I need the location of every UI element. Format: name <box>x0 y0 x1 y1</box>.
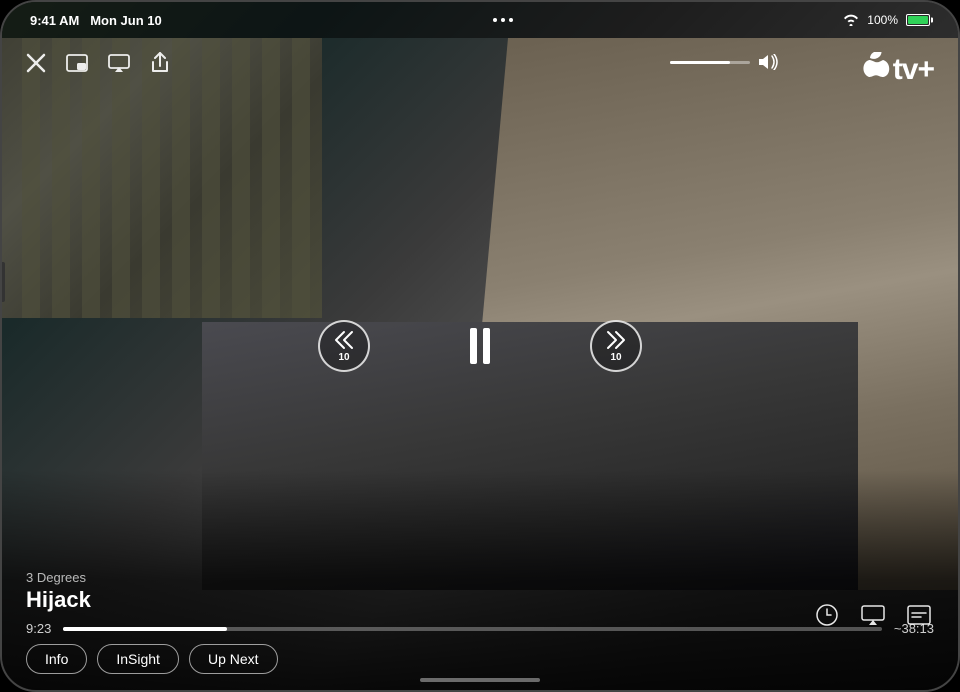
time-display: 9:41 AM <box>30 13 79 28</box>
center-controls: 10 10 <box>318 316 642 376</box>
battery-percent: 100% <box>867 13 898 27</box>
bottom-controls: 3 Degrees Hijack 9:23 ~38:13 Info InSigh… <box>2 570 958 690</box>
share-button[interactable] <box>150 52 170 74</box>
status-center <box>493 18 513 22</box>
dot-1 <box>493 18 497 22</box>
status-time: 9:41 AM Mon Jun 10 <box>30 13 162 28</box>
action-buttons: Info InSight Up Next <box>26 644 934 674</box>
battery-icon <box>906 14 930 26</box>
pause-bar-left <box>470 328 477 364</box>
status-right: 100% <box>843 13 930 27</box>
top-left-controls <box>26 52 170 74</box>
battery-fill <box>908 16 928 24</box>
episode-title: Hijack <box>26 587 934 613</box>
apple-tv-logo: tv+ <box>861 52 934 88</box>
pause-bar-right <box>483 328 490 364</box>
pip-button[interactable] <box>66 54 88 72</box>
pause-button[interactable] <box>450 316 510 376</box>
pip-icon <box>66 54 88 72</box>
tv-plus-text: tv+ <box>893 53 934 87</box>
up-next-button[interactable]: Up Next <box>189 644 278 674</box>
title-area: 3 Degrees Hijack <box>26 570 934 613</box>
airplay-bottom-button[interactable] <box>858 600 888 630</box>
date-display: Mon Jun 10 <box>90 13 162 28</box>
airplay-button[interactable] <box>108 54 130 72</box>
subtitles-icon <box>907 605 931 625</box>
pause-icon <box>470 328 490 364</box>
speed-button[interactable] <box>812 600 842 630</box>
volume-bar <box>670 61 750 64</box>
home-indicator[interactable] <box>420 678 540 682</box>
forward-label: 10 <box>610 352 621 363</box>
time-elapsed: 9:23 <box>26 621 51 636</box>
info-button[interactable]: Info <box>26 644 87 674</box>
insight-button[interactable]: InSight <box>97 644 179 674</box>
status-bar: 9:41 AM Mon Jun 10 100% <box>2 2 958 38</box>
forward-icon <box>604 330 628 350</box>
right-controls <box>812 600 934 630</box>
forward-button[interactable]: 10 <box>590 320 642 372</box>
progress-bar[interactable] <box>63 627 882 631</box>
subtitles-button[interactable] <box>904 600 934 630</box>
device-frame: 9:41 AM Mon Jun 10 100% <box>0 0 960 692</box>
speed-icon <box>815 603 839 627</box>
progress-fill <box>63 627 227 631</box>
rewind-button[interactable]: 10 <box>318 320 370 372</box>
airplay-bottom-icon <box>861 605 885 625</box>
rewind-label: 10 <box>338 352 349 363</box>
volume-control[interactable] <box>670 54 778 70</box>
share-icon <box>150 52 170 74</box>
airplay-icon <box>108 54 130 72</box>
volume-icon <box>758 54 778 70</box>
close-icon <box>26 53 46 73</box>
rewind-icon <box>332 330 356 350</box>
side-notch <box>1 262 5 302</box>
volume-fill <box>670 61 730 64</box>
dot-2 <box>501 18 505 22</box>
close-button[interactable] <box>26 53 46 73</box>
top-controls <box>2 38 958 88</box>
wifi-icon <box>843 14 859 26</box>
show-name: 3 Degrees <box>26 570 934 585</box>
apple-logo-icon <box>861 52 891 88</box>
dot-3 <box>509 18 513 22</box>
progress-row: 9:23 ~38:13 <box>26 621 934 636</box>
